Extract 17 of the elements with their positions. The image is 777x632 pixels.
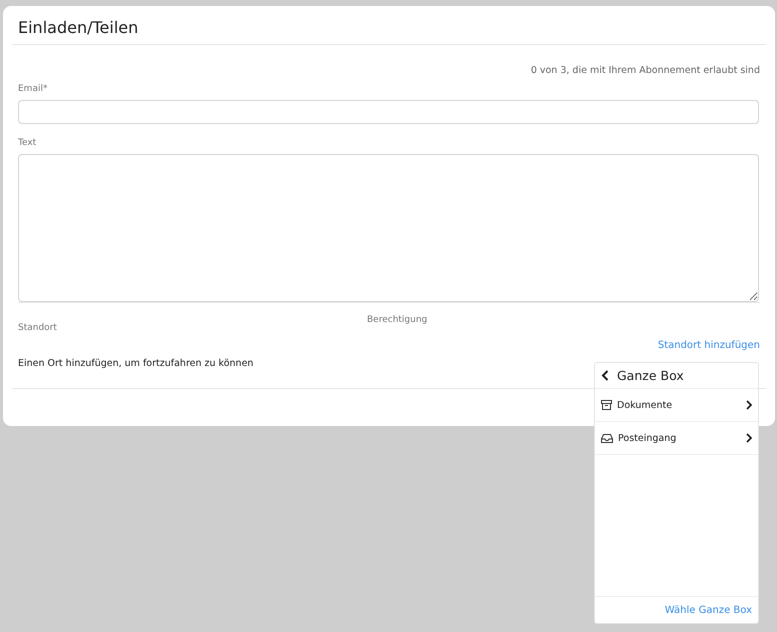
chevron-icon <box>746 433 752 443</box>
text-area[interactable] <box>18 154 759 302</box>
menu-item[interactable]: Posteingang <box>595 422 758 455</box>
quota-text: 0 von 3, die mit Ihrem Abonnement erlaubt sind <box>530 65 760 76</box>
column-header: Standort <box>18 323 57 333</box>
empty-message: Einen Ort hinzufügen, um fortzufahren zu können <box>18 358 254 371</box>
chevron-icon <box>746 400 752 410</box>
email-field[interactable] <box>18 100 759 124</box>
archive-icon <box>601 400 612 410</box>
column-header: Berechtigung <box>367 315 428 325</box>
field-label: Email* <box>18 84 48 94</box>
field-label: Text <box>18 138 36 148</box>
menu-title: Ganze Box <box>617 368 684 383</box>
back-icon[interactable] <box>601 370 609 381</box>
inbox-icon <box>601 434 613 442</box>
dialog-title: Einladen/Teilen <box>17 17 140 39</box>
menu-item[interactable]: Dokumente <box>595 389 758 422</box>
